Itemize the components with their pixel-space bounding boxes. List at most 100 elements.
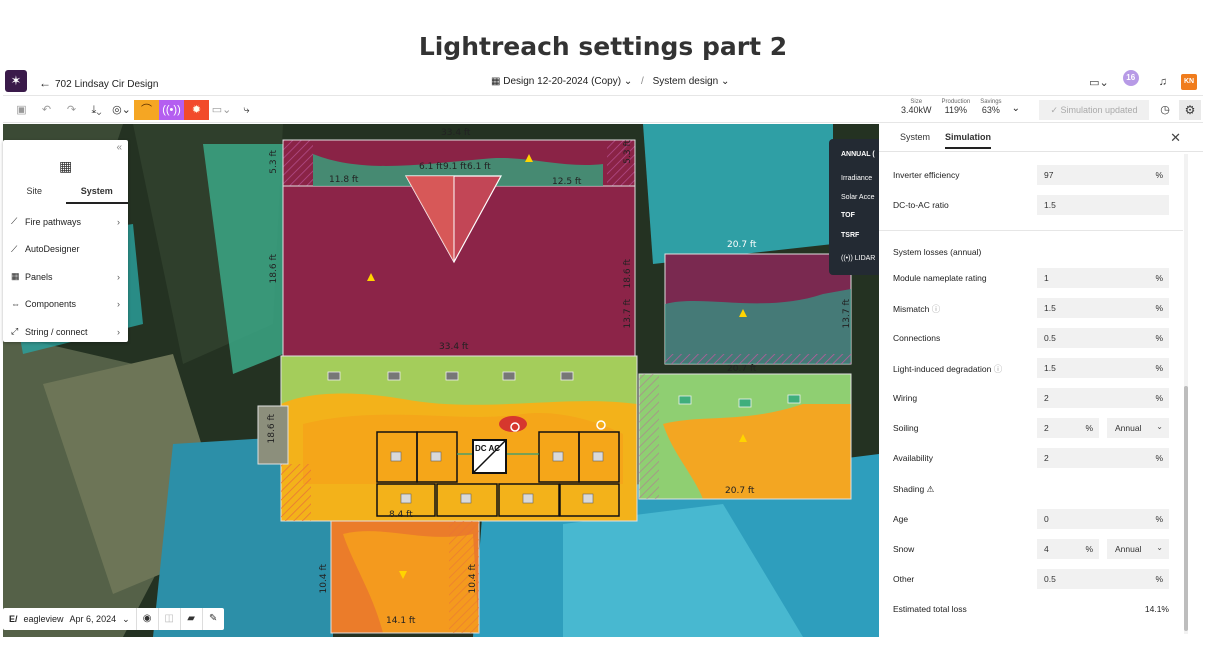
inverter-icon[interactable]: DC AC xyxy=(475,444,500,453)
menu-item-label: Fire pathways xyxy=(25,216,82,227)
snow-period-select[interactable]: Annual ⌄ xyxy=(1107,539,1169,559)
loss-row-other: Other 0.5 % xyxy=(893,569,1183,589)
loss-row-soiling: Soiling 2 % Annual ⌄ xyxy=(893,418,1183,438)
info-icon[interactable]: ⓘ xyxy=(932,304,941,314)
gear-icon[interactable]: ⚙ xyxy=(1179,100,1201,120)
save-icon[interactable]: ▣ xyxy=(9,100,34,120)
back-link[interactable]: ← 702 Lindsay Cir Design xyxy=(39,76,158,90)
avatar[interactable]: KN xyxy=(1181,74,1197,90)
loss-row-availability: Availability 2 % xyxy=(893,448,1183,468)
snow-input[interactable]: 4 % xyxy=(1037,539,1099,559)
tab-simulation[interactable]: Simulation xyxy=(945,132,992,149)
connections-input[interactable]: 0.5 % xyxy=(1037,328,1169,348)
download-icon[interactable]: ⤓⌄ xyxy=(84,100,109,120)
info-icon[interactable]: ⓘ xyxy=(994,364,1003,374)
tab-site[interactable]: Site xyxy=(3,184,66,204)
field-value: 2 xyxy=(1044,393,1049,403)
annual-row[interactable]: Irradiance xyxy=(841,175,872,182)
layers-icon[interactable]: ◎⌄ xyxy=(109,100,134,120)
other-input[interactable]: 0.5 % xyxy=(1037,569,1169,589)
dc-to-ac-input[interactable]: 1.5 xyxy=(1037,195,1169,215)
comment-icon[interactable]: ▭⌄ xyxy=(209,100,234,120)
availability-input[interactable]: 2 % xyxy=(1037,448,1169,468)
module-nameplate-input[interactable]: 1 % xyxy=(1037,268,1169,288)
dimension-label: 10.4 ft xyxy=(319,564,329,594)
field-unit: % xyxy=(1085,423,1093,433)
map-canvas[interactable]: 33.4 ft 11.8 ft 12.5 ft 6.1 ft 9.1 ft 6.… xyxy=(3,124,879,637)
lidar-toggle[interactable]: ((•)) LIDAR xyxy=(841,255,875,262)
top-right-controls: ▭⌄ 16 ♫ KN xyxy=(1089,70,1197,92)
compare-icon[interactable]: ◫ xyxy=(157,608,180,630)
design-selector[interactable]: Design 12-20-2024 (Copy) xyxy=(503,76,621,87)
annual-legend: ANNUAL ( Irradiance Solar Acce TOF TSRF … xyxy=(829,139,879,275)
field-label: Light-induced degradation ⓘ xyxy=(893,363,1002,375)
scrollbar-thumb[interactable] xyxy=(1184,386,1188,631)
menu-item-fire-pathways[interactable]: ⟋ Fire pathways › xyxy=(3,208,128,236)
stat-savings: Savings 63% xyxy=(980,99,1001,115)
shading-label[interactable]: Shading ⚠ xyxy=(893,484,934,495)
undo-icon[interactable]: ↶ xyxy=(34,100,59,120)
soiling-period-select[interactable]: Annual ⌄ xyxy=(1107,418,1169,438)
system-stats: Size 3.40kW Production 119% Savings 63% … xyxy=(901,99,1020,115)
dimension-label: 6.1 ft xyxy=(467,162,491,172)
map-book-icon[interactable]: ▰ xyxy=(179,608,202,630)
menu-item-autodesigner[interactable]: ⟋ AutoDesigner xyxy=(3,236,128,264)
menu-item-panels[interactable]: ▦ Panels › xyxy=(3,263,128,291)
loss-row-module-nameplate: Module nameplate rating 1 % xyxy=(893,268,1183,288)
menu-item-label: Panels xyxy=(25,271,53,282)
field-label-text: Light-induced degradation xyxy=(893,364,992,374)
stat-value: 119% xyxy=(944,105,968,115)
close-icon[interactable]: ✕ xyxy=(1170,130,1181,146)
annual-row[interactable]: TSRF xyxy=(841,232,859,239)
notifications-badge[interactable]: 16 xyxy=(1122,70,1145,90)
connect-icon[interactable]: ⤷ xyxy=(234,100,259,120)
roof-tool-icon[interactable]: ⌒ xyxy=(134,100,159,120)
sun-tool-icon[interactable]: ✹ xyxy=(184,100,209,120)
field-label-text: Mismatch xyxy=(893,304,930,314)
eye-icon[interactable]: ◉ xyxy=(135,608,158,630)
menu-item-string-connect[interactable]: ⤢ String / connect › xyxy=(3,318,128,346)
stat-value: 63% xyxy=(981,105,1000,115)
dimension-label: 10.4 ft xyxy=(468,564,478,594)
lidar-tool-icon[interactable]: ((•)) xyxy=(159,100,184,120)
breadcrumb: ▦ Design 12-20-2024 (Copy) ⌄ / System de… xyxy=(491,76,729,87)
select-value: Annual xyxy=(1115,423,1142,433)
field-value: 2 xyxy=(1044,423,1049,433)
annual-row[interactable]: Solar Acce xyxy=(841,194,874,201)
menu-item-label: String / connect xyxy=(25,326,88,337)
warning-icon: ⚠ xyxy=(926,484,935,494)
total-value: 14.1% xyxy=(1144,604,1169,614)
lid-input[interactable]: 1.5 % xyxy=(1037,358,1169,378)
total-label: Estimated total loss xyxy=(893,604,967,614)
redo-icon[interactable]: ↷ xyxy=(59,100,84,120)
history-icon[interactable]: ◷ xyxy=(1155,100,1175,120)
chevron-down-icon: ⌄ xyxy=(1156,543,1163,552)
tab-system[interactable]: System xyxy=(900,132,930,142)
app-logo-icon[interactable]: ✶ xyxy=(5,70,27,92)
chevron-down-icon: ⌄ xyxy=(720,76,730,87)
soiling-input[interactable]: 2 % xyxy=(1037,418,1099,438)
imagery-selector[interactable]: E/ eagleview Apr 6, 2024 ⌄ xyxy=(3,614,136,625)
annual-row[interactable]: TOF xyxy=(841,212,855,219)
simulation-updated-button[interactable]: ✓ Simulation updated xyxy=(1039,100,1149,120)
mismatch-input[interactable]: 1.5 % xyxy=(1037,298,1169,318)
menu-item-components[interactable]: ⇔ Components › xyxy=(3,291,128,319)
measure-icon[interactable]: ✎ xyxy=(201,608,224,630)
age-input[interactable]: 0 % xyxy=(1037,509,1169,529)
collapse-icon[interactable]: « xyxy=(116,142,122,153)
simulation-status-label: Simulation updated xyxy=(1060,105,1138,115)
annual-title: ANNUAL ( xyxy=(841,151,875,158)
view-selector[interactable]: System design xyxy=(653,76,719,87)
field-label: Snow xyxy=(893,544,915,554)
scrollbar[interactable] xyxy=(1184,154,1188,634)
wiring-input[interactable]: 2 % xyxy=(1037,388,1169,408)
tab-system[interactable]: System xyxy=(65,184,128,204)
inverter-efficiency-input[interactable]: 97 % xyxy=(1037,165,1169,185)
monitor-icon[interactable]: ▭⌄ xyxy=(1089,76,1109,89)
dimension-label: 18.6 ft xyxy=(267,414,277,444)
stats-chevron-icon[interactable]: ⌄ xyxy=(1012,99,1020,115)
field-unit: % xyxy=(1155,574,1163,584)
stat-value: 3.40kW xyxy=(901,105,932,115)
bell-icon[interactable]: ♫ xyxy=(1159,76,1167,88)
dimension-label: 18.6 ft xyxy=(623,259,633,289)
